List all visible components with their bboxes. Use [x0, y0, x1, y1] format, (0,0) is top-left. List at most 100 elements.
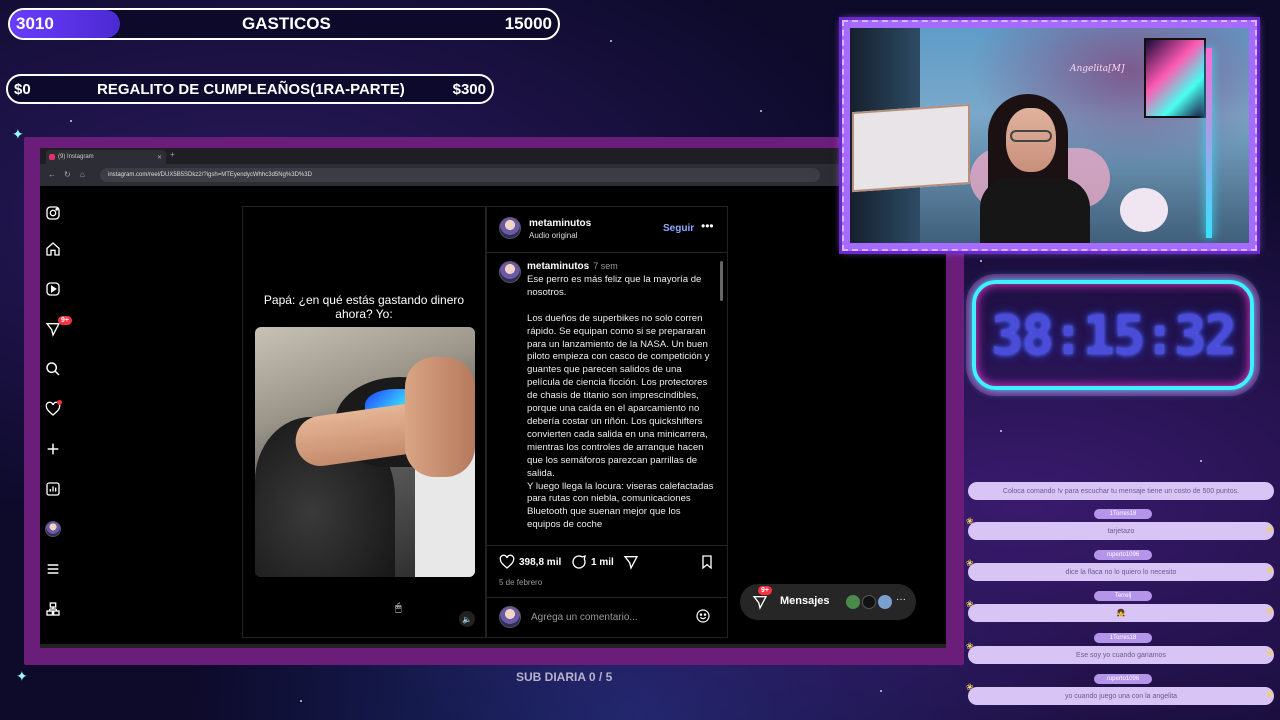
search-icon[interactable] [44, 360, 62, 378]
toolbar: ← ↻ ⌂ instagram.com/reel/DUX5B5SDkz2/?ig… [40, 164, 946, 186]
avatar [499, 606, 521, 628]
goal-title: GASTICOS [242, 14, 331, 33]
whiteboard-shape [852, 103, 970, 193]
comment-input-row: Agrega un comentario... [487, 597, 727, 637]
close-icon[interactable]: ✕ [157, 154, 162, 161]
reel-video-frame[interactable] [255, 327, 475, 577]
share-button[interactable] [623, 554, 643, 570]
heart-icon[interactable] [44, 400, 62, 418]
webcam-feed: Angelita[M] [850, 28, 1249, 243]
chat-text: Ese soy yo cuando ganamos [1076, 651, 1166, 659]
url-text: instagram.com/reel/DUX5B5SDkz2/?igsh=MTE… [108, 172, 312, 178]
star [980, 260, 982, 262]
star [760, 110, 762, 112]
goal-bar-regalito: $0 REGALITO DE CUMPLEAÑOS(1RA-PARTE) $30… [6, 74, 494, 104]
instagram-favicon-icon [49, 154, 55, 160]
sparkle-icon: ✦ [16, 668, 28, 684]
chat-username: ruperto1096 [1094, 674, 1152, 684]
comment-input[interactable]: Agrega un comentario... [531, 612, 638, 623]
address-bar[interactable]: instagram.com/reel/DUX5B5SDkz2/?igsh=MTE… [100, 168, 820, 182]
star [1000, 430, 1002, 432]
glasses-shape [1010, 130, 1052, 142]
star [880, 690, 882, 692]
save-button[interactable] [699, 554, 719, 570]
messages-label: Mensajes [780, 595, 830, 607]
caption-header: metaminutos 7 sem [527, 261, 618, 272]
avatar [862, 595, 876, 609]
instagram-icon[interactable] [44, 204, 62, 222]
home-icon[interactable] [44, 240, 62, 258]
more-options-icon[interactable]: ••• [701, 219, 714, 233]
create-icon[interactable] [44, 440, 62, 458]
goal-current: $0 [14, 80, 31, 98]
chat-text: yo cuando juego una con la angelita [1064, 692, 1178, 700]
browser-tab[interactable]: (9) Instagram ✕ [46, 150, 166, 164]
chat-message: Ese soy yo cuando ganamos [968, 646, 1274, 664]
paw-icon: ❀ [1266, 648, 1274, 658]
dashboard-icon[interactable] [44, 480, 62, 498]
post-panel: metaminutos Audio original Seguir ••• me… [486, 206, 728, 638]
chat-username: Terrelj [1094, 591, 1152, 601]
caption-area: metaminutos 7 sem Ese perro es más feliz … [487, 253, 727, 543]
profile-avatar[interactable] [44, 520, 62, 538]
chat-message: 👧 [968, 604, 1274, 622]
tab-strip: (9) Instagram ✕ + [40, 148, 946, 164]
post-username[interactable]: metaminutos [529, 218, 591, 229]
avatar [846, 595, 860, 609]
chat-text: dice la flaca no lo quiero lo necesito [1065, 568, 1177, 576]
chat-text: 👧 [1116, 610, 1126, 617]
goal-bar-gasticos: 3010 GASTICOS 15000 [8, 8, 560, 40]
chat-message: dice la flaca no lo quiero lo necesito [968, 563, 1274, 581]
instagram-sidebar: 9+ [40, 186, 72, 648]
reel-player[interactable]: Papá: ¿en qué estás gastando dinero ahor… [242, 206, 486, 638]
chat-username: 1Torres18 [1094, 633, 1152, 643]
countdown-timer: 38:15:32 [972, 280, 1254, 390]
timer-value: 38:15:32 [990, 303, 1237, 367]
bookmark-icon [702, 555, 712, 570]
menu-icon[interactable] [44, 560, 62, 578]
avatar[interactable] [499, 261, 521, 283]
star [300, 700, 302, 702]
like-button[interactable]: 398,8 mil [499, 554, 561, 570]
comment-icon [572, 554, 586, 569]
avatar[interactable] [499, 217, 521, 239]
messages-badge: 9+ [758, 586, 772, 595]
audio-label[interactable]: Audio original [529, 231, 577, 240]
paw-icon: ❀ [1266, 689, 1274, 699]
scrollbar[interactable] [720, 261, 723, 301]
caption-time: 7 sem [593, 261, 618, 271]
more-apps-icon[interactable] [44, 600, 62, 618]
post-header: metaminutos Audio original Seguir ••• [487, 207, 727, 253]
tab-title: (9) Instagram [58, 154, 94, 160]
volume-icon[interactable]: 🔈 [459, 611, 475, 627]
goal-target: 15000 [504, 14, 552, 33]
comment-count: 1 mil [591, 556, 614, 568]
paw-icon: ❀ [1266, 524, 1274, 534]
caption-username[interactable]: metaminutos [527, 261, 589, 272]
new-tab-icon[interactable]: + [170, 150, 175, 159]
reload-icon[interactable]: ↻ [64, 170, 71, 179]
chat-username: 1Torres18 [1094, 509, 1152, 519]
chat-username: ruperto1096 [1094, 550, 1152, 560]
chat-text: Coloca comando !v para escuchar tu mensa… [1002, 487, 1240, 495]
messages-pill[interactable]: 9+ Mensajes ··· [740, 584, 916, 620]
led-light-shape [1206, 48, 1212, 238]
webcam-frame: Angelita[M] [842, 20, 1257, 251]
emoji-icon[interactable] [695, 608, 711, 624]
mouse-cursor-icon: 🖱 [395, 602, 402, 614]
heart-icon [499, 554, 515, 569]
chat-message: tarjetazo [968, 522, 1274, 540]
home-icon[interactable]: ⌂ [80, 170, 85, 179]
follow-button[interactable]: Seguir [663, 223, 694, 234]
star [610, 40, 612, 42]
post-actions: 398,8 mil 1 mil 5 de febrero [487, 545, 727, 591]
chat-message: yo cuando juego una con la angelita [968, 687, 1274, 705]
reels-icon[interactable] [44, 280, 62, 298]
messages-icon[interactable]: 9+ [44, 316, 72, 338]
back-icon[interactable]: ← [48, 170, 56, 179]
body-shape [980, 178, 1090, 243]
taskbar [40, 644, 946, 648]
share-icon [623, 556, 639, 570]
comment-button[interactable]: 1 mil [571, 554, 614, 570]
poster-shape [1144, 38, 1206, 118]
